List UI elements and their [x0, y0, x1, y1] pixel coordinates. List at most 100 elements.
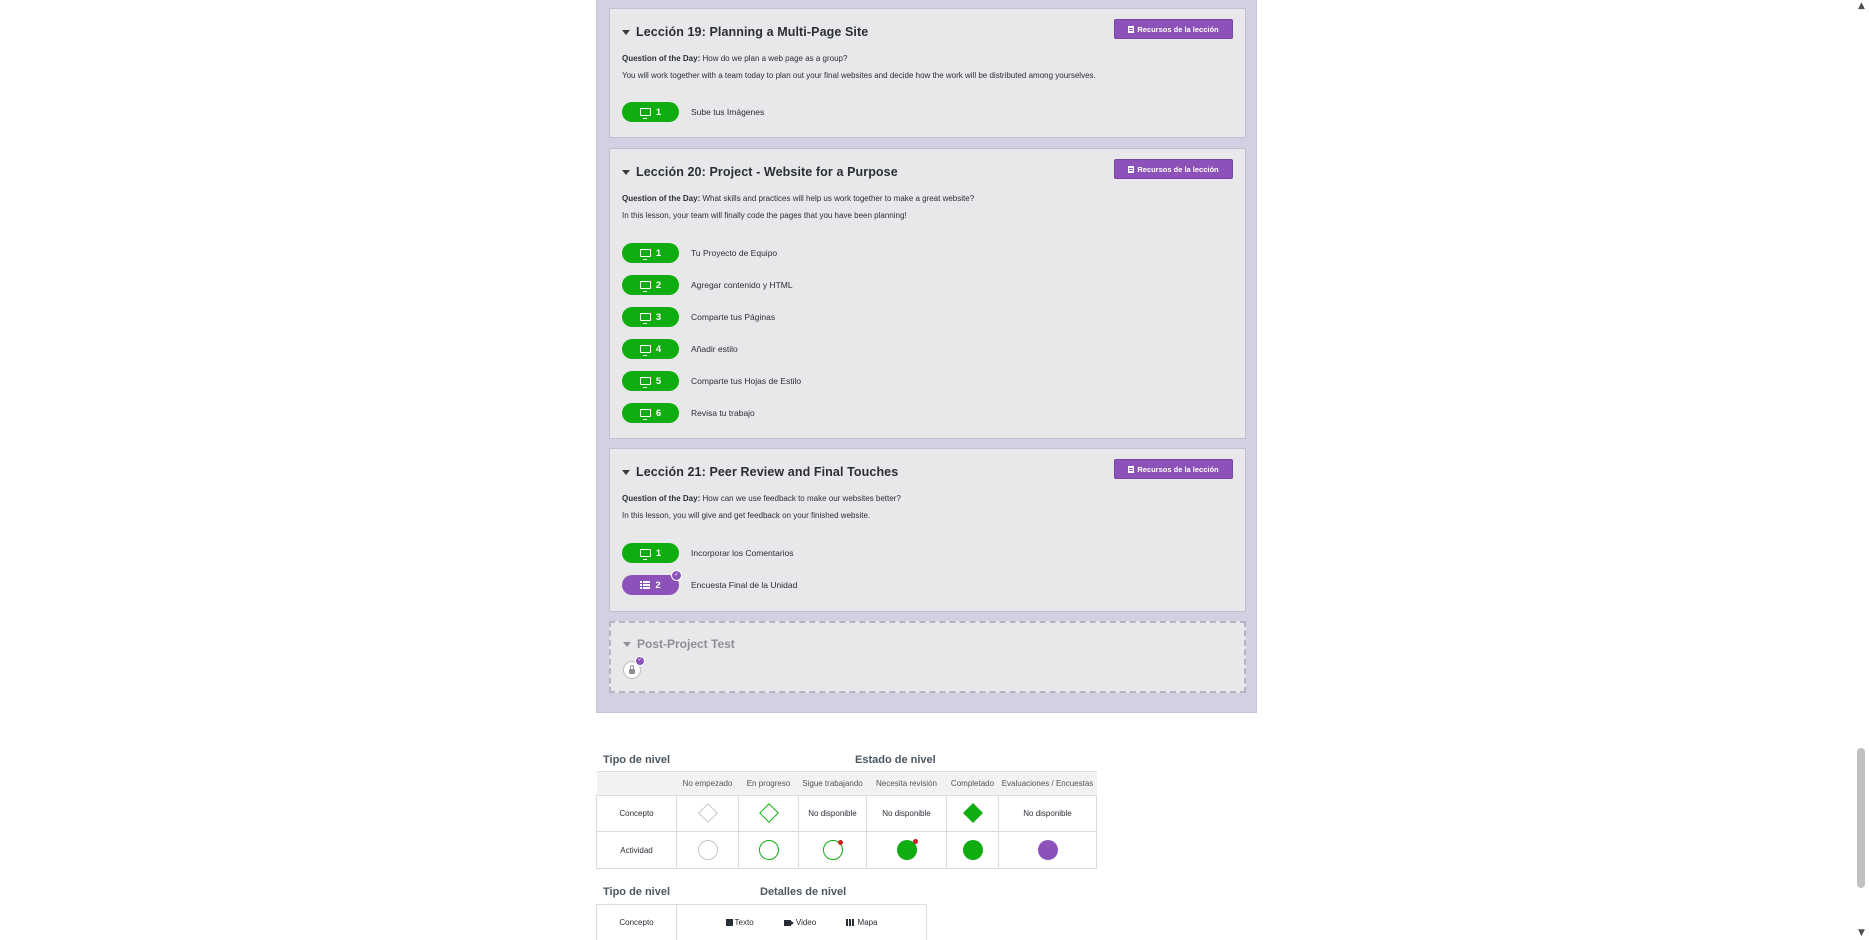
- assessment-survey-icon: [1037, 840, 1058, 860]
- level-row[interactable]: 2 Agregar contenido y HTML: [622, 275, 793, 295]
- lesson-header[interactable]: Lección 21: Peer Review and Final Touche…: [622, 465, 898, 479]
- activity-in-progress-icon: [758, 840, 779, 860]
- key-column-header: Completado: [946, 771, 999, 796]
- qotd-text: How do we plan a web page as a group?: [702, 54, 848, 63]
- level-number: 2: [655, 579, 661, 591]
- question-of-the-day: Question of the Day: What skills and pra…: [622, 194, 974, 203]
- level-name[interactable]: Agregar contenido y HTML: [691, 280, 793, 290]
- level-bubble[interactable]: 4: [622, 339, 679, 359]
- key-column-header: En progreso: [738, 771, 799, 796]
- level-number: 6: [655, 407, 662, 419]
- post-project-title: Post-Project Test: [637, 637, 735, 651]
- lesson-title: Lección 21: Peer Review and Final Touche…: [636, 465, 899, 479]
- level-row[interactable]: 6 Revisa tu trabajo: [622, 403, 755, 423]
- lesson-header[interactable]: Lección 20: Project - Website for a Purp…: [622, 165, 898, 179]
- document-icon: [1128, 25, 1135, 33]
- level-name[interactable]: Revisa tu trabajo: [691, 408, 755, 418]
- lesson-title: Lección 20: Project - Website for a Purp…: [636, 165, 898, 179]
- level-name[interactable]: Tu Proyecto de Equipo: [691, 248, 777, 258]
- level-name[interactable]: Incorporar los Comentarios: [691, 548, 794, 558]
- key-cell: No disponible: [866, 795, 947, 832]
- lesson-resources-label: Recursos de la lección: [1137, 464, 1219, 474]
- detail-label: Mapa: [857, 917, 878, 927]
- key-details-header: Detalles de nivel: [760, 886, 847, 898]
- lock-icon: [629, 664, 635, 674]
- locked-level-bubble[interactable]: ✓: [623, 656, 645, 679]
- key-corner-cell: [596, 771, 677, 796]
- concept-not-started-icon: [697, 802, 718, 823]
- lesson-header[interactable]: Lección 19: Planning a Multi-Page Site: [622, 25, 868, 39]
- level-bubble[interactable]: 1: [622, 102, 679, 122]
- level-row[interactable]: 1 Tu Proyecto de Equipo: [622, 243, 777, 263]
- level-number: 4: [655, 343, 662, 355]
- level-name[interactable]: Añadir estilo: [691, 344, 738, 354]
- lesson-description: You will work together with a team today…: [622, 71, 1096, 80]
- document-icon: [1128, 165, 1135, 173]
- key-row-label: Actividad: [596, 831, 677, 869]
- lesson-title: Lección 19: Planning a Multi-Page Site: [636, 25, 869, 39]
- monitor-icon: [639, 281, 651, 292]
- scroll-up-arrow-icon[interactable]: ▲: [1857, 2, 1866, 11]
- level-bubble[interactable]: 3: [622, 307, 679, 327]
- lesson-description: In this lesson, you will give and get fe…: [622, 511, 871, 520]
- level-number: 1: [655, 247, 662, 259]
- qotd-text: What skills and practices will help us w…: [702, 194, 975, 203]
- question-of-the-day: Question of the Day: How can we use feed…: [622, 494, 901, 503]
- key-cell: No disponible: [798, 795, 867, 832]
- lesson-resources-button[interactable]: Recursos de la lección: [1114, 19, 1233, 39]
- activity-keep-working-icon: [822, 840, 843, 860]
- detail-video: Video: [783, 918, 816, 927]
- caret-down-icon: [622, 169, 630, 175]
- scroll-down-arrow-icon[interactable]: ▼: [1857, 929, 1866, 938]
- key-cell: [676, 831, 739, 869]
- monitor-icon: [639, 313, 651, 324]
- level-number: 5: [655, 375, 662, 387]
- level-row[interactable]: 1 Incorporar los Comentarios: [622, 543, 794, 563]
- activity-needs-review-icon: [896, 839, 918, 860]
- level-name[interactable]: Encuesta Final de la Unidad: [691, 580, 797, 590]
- level-bubble[interactable]: 1: [622, 543, 679, 563]
- red-dot-icon: [912, 839, 918, 844]
- scroll-thumb[interactable]: [1857, 748, 1865, 888]
- level-bubble[interactable]: 2: [622, 275, 679, 295]
- activity-completed-icon: [962, 840, 983, 860]
- level-row[interactable]: 5 Comparte tus Hojas de Estilo: [622, 371, 801, 391]
- post-project-header[interactable]: Post-Project Test: [623, 637, 735, 651]
- level-name[interactable]: Comparte tus Páginas: [691, 312, 775, 322]
- level-bubble[interactable]: 5: [622, 371, 679, 391]
- activity-not-started-icon: [697, 840, 718, 860]
- checkmark-icon: ✓: [635, 656, 645, 666]
- level-row[interactable]: 1 Sube tus Imágenes: [622, 102, 764, 122]
- key-column-header: Necesita revisión: [866, 771, 947, 796]
- caret-down-icon: [622, 469, 630, 475]
- lesson-resources-label: Recursos de la lección: [1137, 24, 1219, 34]
- level-name[interactable]: Sube tus Imágenes: [691, 107, 764, 117]
- unit-container: Lección 19: Planning a Multi-Page Site R…: [596, 0, 1257, 713]
- level-number: 1: [655, 106, 662, 118]
- page-scrollbar[interactable]: ▲ ▼: [1854, 0, 1869, 940]
- lesson-resources-label: Recursos de la lección: [1137, 164, 1219, 174]
- key-type-header: Tipo de nivel: [603, 754, 671, 766]
- qotd-label: Question of the Day:: [622, 494, 701, 503]
- level-name[interactable]: Comparte tus Hojas de Estilo: [691, 376, 801, 386]
- level-row[interactable]: 2 ✓ Encuesta Final de la Unidad: [622, 570, 797, 595]
- lesson-21: Lección 21: Peer Review and Final Touche…: [609, 448, 1246, 612]
- level-bubble[interactable]: 6: [622, 403, 679, 423]
- level-row[interactable]: 4 Añadir estilo: [622, 339, 738, 359]
- monitor-icon: [639, 377, 651, 388]
- survey-level-bubble[interactable]: 2 ✓: [622, 570, 682, 595]
- lesson-resources-button[interactable]: Recursos de la lección: [1114, 459, 1233, 479]
- key-status-header: Estado de nivel: [855, 754, 936, 766]
- lesson-resources-button[interactable]: Recursos de la lección: [1114, 159, 1233, 179]
- level-number: 3: [655, 311, 662, 323]
- key-cell: No disponible: [998, 795, 1097, 832]
- monitor-icon: [639, 549, 651, 560]
- level-number: 1: [655, 547, 662, 559]
- key-cell: [738, 795, 799, 832]
- monitor-icon: [639, 108, 651, 119]
- document-icon: [1128, 465, 1135, 473]
- document-icon: [725, 918, 733, 926]
- level-row[interactable]: 3 Comparte tus Páginas: [622, 307, 775, 327]
- monitor-icon: [639, 249, 651, 260]
- level-bubble[interactable]: 1: [622, 243, 679, 263]
